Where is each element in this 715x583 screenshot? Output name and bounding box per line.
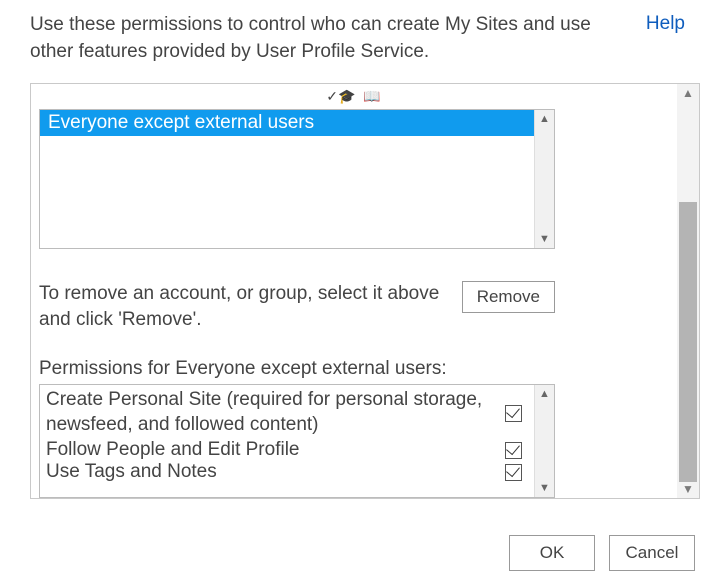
remove-button[interactable]: Remove (462, 281, 555, 313)
check-names-icon[interactable]: ✓🎓 (326, 88, 355, 104)
scroll-down-icon[interactable]: ▼ (535, 230, 554, 248)
permission-item-checkbox[interactable] (505, 464, 522, 481)
scroll-up-icon[interactable]: ▲ (535, 110, 554, 128)
scroll-thumb[interactable] (679, 202, 697, 482)
accounts-listbox[interactable]: Everyone except external users ▲ ▼ (39, 109, 555, 249)
page-description: Use these permissions to control who can… (30, 12, 620, 65)
permission-item-text: Follow People and Edit Profile (46, 438, 495, 463)
permission-item-checkbox[interactable] (505, 442, 522, 459)
people-picker-toolbar: ✓🎓 📖 (39, 88, 668, 105)
accounts-list-item-selected[interactable]: Everyone except external users (40, 110, 534, 136)
scroll-down-icon[interactable]: ▼ (677, 480, 699, 498)
accounts-list-scrollbar[interactable]: ▲ ▼ (534, 110, 554, 248)
permission-item-text: Use Tags and Notes (46, 463, 495, 483)
permissions-list-scrollbar[interactable]: ▲ ▼ (534, 385, 554, 497)
cancel-button[interactable]: Cancel (609, 535, 695, 571)
panel-scrollbar[interactable]: ▲ ▼ (677, 84, 699, 498)
permission-item-checkbox[interactable] (505, 405, 522, 422)
scroll-down-icon[interactable]: ▼ (535, 479, 554, 497)
remove-instruction: To remove an account, or group, select i… (39, 281, 462, 332)
browse-icon[interactable]: 📖 (363, 88, 380, 104)
scroll-up-icon[interactable]: ▲ (677, 84, 699, 102)
permissions-listbox[interactable]: Create Personal Site (required for perso… (39, 384, 555, 498)
scroll-up-icon[interactable]: ▲ (535, 385, 554, 403)
permission-item-text: Create Personal Site (required for perso… (46, 388, 495, 437)
permissions-label: Permissions for Everyone except external… (39, 358, 668, 380)
permissions-panel: ✓🎓 📖 Everyone except external users ▲ ▼ … (30, 83, 700, 499)
help-link[interactable]: Help (646, 13, 685, 35)
ok-button[interactable]: OK (509, 535, 595, 571)
